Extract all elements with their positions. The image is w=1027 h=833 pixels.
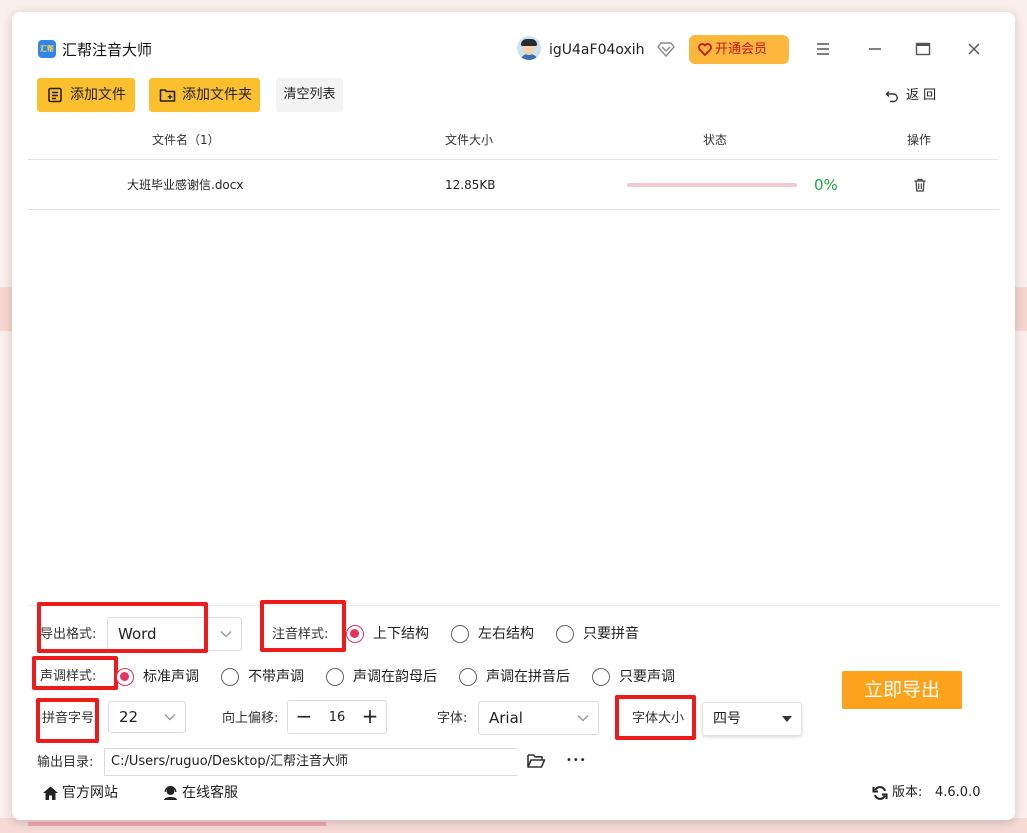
font-value: Arial: [489, 709, 523, 727]
font-select[interactable]: Arial: [478, 701, 599, 735]
progress-bar: [627, 183, 797, 187]
row-divider: [28, 209, 999, 210]
refresh-icon[interactable]: [872, 785, 888, 801]
row-filename: 大班毕业感谢信.docx: [127, 178, 244, 192]
add-folder-button[interactable]: 添加文件夹: [149, 78, 260, 112]
add-folder-icon: [159, 89, 176, 102]
export-now-button[interactable]: 立即导出: [842, 671, 962, 709]
chevron-down-icon: [220, 631, 232, 638]
title-bar[interactable]: 汇帮 汇帮注音大师 igU4aF04oxih 开通会员: [12, 12, 1015, 70]
font-size-value: 四号: [713, 711, 741, 727]
back-arrow-icon: [885, 91, 898, 103]
chevron-down-icon: [577, 715, 589, 722]
export-format-label: 导出格式:: [40, 627, 97, 642]
offset-value[interactable]: 16: [320, 701, 354, 733]
app-window: 汇帮 汇帮注音大师 igU4aF04oxih 开通会员 添加文件 添加文件夹 清…: [12, 12, 1015, 820]
font-label: 字体:: [437, 711, 468, 726]
vip-button-label: 开通会员: [715, 42, 768, 57]
column-header-filename: 文件名（1）: [152, 133, 220, 147]
menu-icon[interactable]: [812, 38, 834, 60]
pinyin-size-label: 拼音字号: [42, 711, 95, 726]
output-dir-input[interactable]: C:/Users/ruguo/Desktop/汇帮注音大师: [104, 748, 517, 776]
app-logo-icon: 汇帮: [38, 40, 56, 58]
clear-list-button[interactable]: 清空列表: [276, 78, 343, 112]
annotation-style-label: 注音样式:: [272, 627, 329, 642]
row-filesize: 12.85KB: [445, 178, 496, 192]
export-format-value: Word: [118, 625, 157, 643]
pinyin-size-value: 22: [119, 708, 139, 726]
user-avatar[interactable]: [517, 36, 541, 60]
pinyin-size-select[interactable]: 22: [108, 701, 186, 733]
username[interactable]: igU4aF04oxih: [549, 40, 645, 60]
font-size-label: 字体大小: [632, 711, 685, 726]
back-label: 返 回: [906, 88, 937, 103]
trash-icon[interactable]: [912, 177, 928, 193]
column-header-action: 操作: [907, 133, 932, 147]
font-size-select[interactable]: 四号: [702, 702, 802, 736]
column-header-size: 文件大小: [445, 133, 494, 147]
output-dir-label: 输出目录:: [37, 755, 94, 770]
official-website-label: 官方网站: [62, 785, 118, 801]
offset-decrement-button[interactable]: −: [288, 701, 320, 733]
close-icon[interactable]: [963, 38, 985, 60]
header-divider: [28, 159, 999, 160]
export-format-select[interactable]: Word: [107, 617, 242, 651]
background-accent-line: [28, 822, 326, 826]
add-folder-label: 添加文件夹: [182, 87, 252, 103]
minimize-icon[interactable]: [864, 38, 886, 60]
settings-divider: [28, 605, 999, 606]
add-file-icon: [48, 87, 62, 103]
caret-down-icon: [782, 716, 792, 722]
offset-increment-button[interactable]: +: [354, 701, 386, 733]
offset-stepper[interactable]: − 16 +: [287, 700, 387, 734]
home-icon: [43, 786, 58, 800]
diamond-icon[interactable]: [657, 40, 675, 58]
folder-open-icon[interactable]: [526, 752, 546, 770]
tone-style-label: 声调样式:: [40, 669, 97, 684]
version-label: 版本:: [892, 785, 923, 800]
progress-percent: 0%: [814, 176, 838, 194]
more-options-icon[interactable]: •••: [566, 752, 586, 770]
chevron-down-icon: [164, 714, 176, 721]
version-number: 4.6.0.0: [935, 785, 981, 800]
add-file-button[interactable]: 添加文件: [37, 78, 135, 112]
app-title: 汇帮注音大师: [62, 41, 153, 59]
column-header-status: 状态: [703, 133, 728, 147]
maximize-icon[interactable]: [912, 38, 934, 60]
support-agent-icon: [164, 786, 177, 800]
vip-heart-icon: [698, 43, 712, 56]
offset-label: 向上偏移:: [222, 711, 279, 726]
online-support-label: 在线客服: [182, 785, 238, 801]
vip-button[interactable]: 开通会员: [689, 35, 789, 64]
add-file-label: 添加文件: [70, 87, 126, 103]
